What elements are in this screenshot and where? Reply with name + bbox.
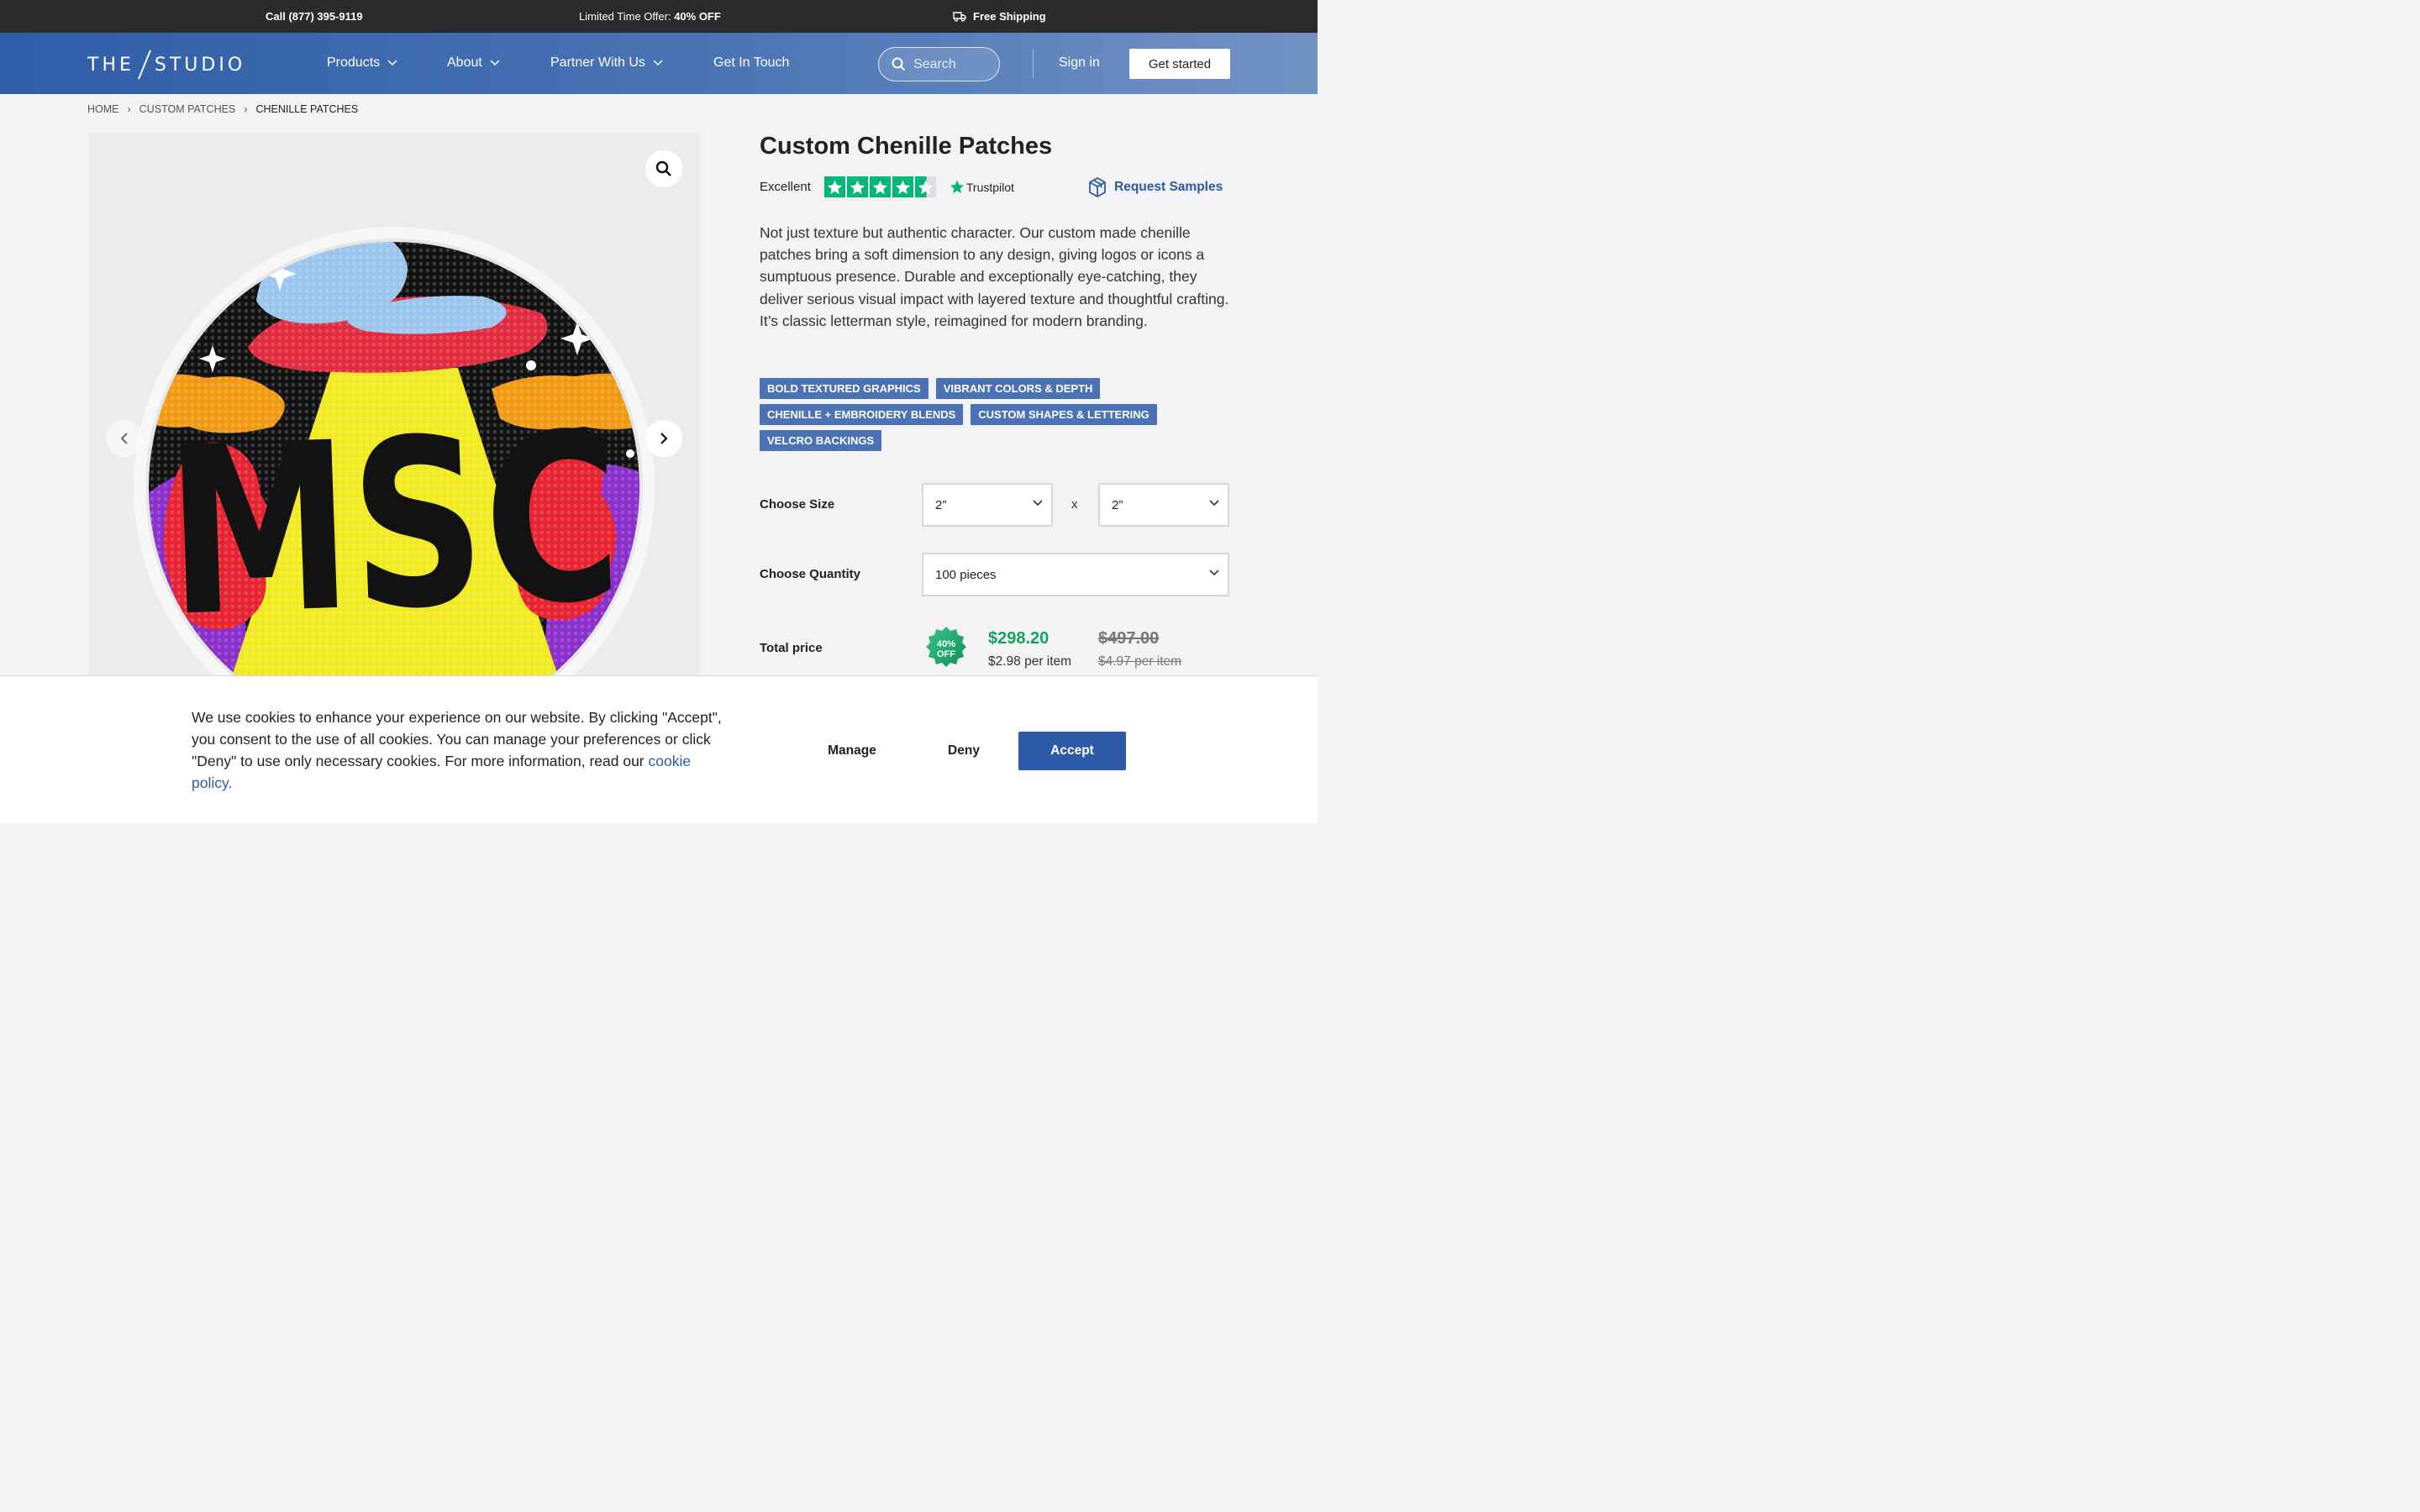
phone-link[interactable]: Call (877) 395-9119	[266, 10, 363, 23]
chevron-down-icon	[1209, 500, 1219, 507]
width-value: 2”	[935, 497, 947, 512]
request-samples-label: Request Samples	[1114, 180, 1223, 194]
original-price: $497.00	[1098, 629, 1160, 648]
free-shipping: Free Shipping	[953, 10, 1046, 23]
current-per-item: $2.98 per item	[988, 654, 1072, 669]
sign-in-link[interactable]: Sign in	[1059, 55, 1100, 71]
product-description: Not just texture but authentic character…	[760, 224, 1229, 329]
magnifier-icon	[655, 160, 671, 176]
accept-cookies-button[interactable]: Accept	[1018, 732, 1126, 770]
trustpilot-star-icon	[950, 180, 965, 194]
height-select[interactable]: 2”	[1098, 483, 1229, 527]
logo-right: STUDIO	[154, 54, 246, 76]
badge-percent: 40%	[937, 639, 955, 649]
truck-icon	[953, 11, 966, 22]
next-image-button[interactable]	[645, 420, 682, 457]
chevron-down-icon	[1209, 570, 1219, 576]
breadcrumb: HOME › CUSTOM PATCHES › CHENILLE PATCHES	[87, 103, 358, 115]
offer-prefix: Limited Time Offer:	[579, 10, 675, 23]
chevron-down-icon	[653, 60, 663, 66]
trustpilot-rating[interactable]: Excellent Trustpilot	[760, 176, 1014, 197]
nav-partner-label: Partner With Us	[550, 55, 645, 70]
trustpilot-label: Trustpilot	[965, 180, 1014, 194]
chevron-left-icon	[120, 433, 128, 444]
quantity-value: 100 pieces	[935, 567, 997, 582]
cookie-text: We use cookies to enhance your experienc…	[192, 709, 722, 769]
nav-partner[interactable]: Partner With Us	[550, 55, 663, 71]
breadcrumb-separator: ›	[127, 103, 131, 115]
size-times-sign: x	[1071, 497, 1078, 512]
breadcrumb-separator: ›	[244, 103, 248, 115]
feature-tag: VELCRO BACKINGS	[760, 430, 882, 451]
package-icon	[1089, 177, 1106, 197]
logo-left: THE	[87, 54, 134, 76]
nav-products-label: Products	[327, 55, 381, 70]
site-logo[interactable]: THE STUDIO	[87, 50, 245, 80]
star-icon	[846, 176, 868, 197]
promo-bar: Call (877) 395-9119 Limited Time Offer: …	[0, 0, 1318, 33]
feature-tag: BOLD TEXTURED GRAPHICS	[760, 378, 929, 399]
header-divider	[1033, 50, 1034, 78]
free-shipping-label: Free Shipping	[973, 10, 1046, 23]
chevron-down-icon	[490, 60, 500, 66]
feature-tag: VIBRANT COLORS & DEPTH	[935, 378, 1101, 399]
total-price-label: Total price	[760, 641, 823, 655]
star-icon	[892, 176, 913, 197]
cookie-banner: We use cookies to enhance your experienc…	[0, 675, 1318, 823]
manage-cookies-button[interactable]: Manage	[810, 732, 894, 770]
half-star-icon	[914, 176, 936, 197]
nav-products[interactable]: Products	[327, 55, 397, 71]
trustpilot-logo: Trustpilot	[950, 180, 1014, 194]
feature-tags: BOLD TEXTURED GRAPHICS VIBRANT COLORS & …	[760, 378, 1239, 451]
deny-cookies-button[interactable]: Deny	[928, 732, 1000, 770]
get-started-button[interactable]: Get started	[1129, 49, 1230, 79]
nav-get-in-touch-label: Get In Touch	[713, 55, 790, 70]
request-samples-link[interactable]: Request Samples	[1087, 176, 1223, 198]
badge-off: OFF	[937, 649, 955, 659]
product-image-gallery: MSC	[88, 133, 700, 679]
chevron-down-icon	[1033, 500, 1043, 507]
chevron-right-icon	[660, 433, 668, 444]
quantity-label: Choose Quantity	[760, 567, 861, 581]
breadcrumb-current: CHENILLE PATCHES	[255, 103, 359, 115]
discount-badge: 40% OFF	[926, 627, 966, 667]
product-title: Custom Chenille Patches	[760, 133, 1053, 160]
cookie-message: We use cookies to enhance your experienc…	[192, 706, 729, 794]
star-icon	[823, 176, 845, 197]
zoom-button[interactable]	[645, 150, 682, 187]
size-label: Choose Size	[760, 497, 835, 512]
current-price: $298.20	[988, 629, 1050, 648]
offer-text: Limited Time Offer: 40% OFF	[579, 10, 721, 23]
search-icon	[892, 57, 906, 71]
nav-about[interactable]: About	[447, 55, 500, 71]
rating-label: Excellent	[760, 180, 811, 194]
logo-slash-icon	[137, 50, 151, 80]
product-image: MSC	[88, 133, 700, 679]
star-icon	[869, 176, 891, 197]
feature-tag: CUSTOM SHAPES & LETTERING	[971, 404, 1157, 425]
breadcrumb-home[interactable]: HOME	[87, 103, 119, 115]
breadcrumb-custom-patches[interactable]: CUSTOM PATCHES	[139, 103, 236, 115]
height-value: 2”	[1112, 497, 1123, 512]
site-header: THE STUDIO Products About Partner With U…	[0, 33, 1318, 94]
rating-stars	[823, 176, 936, 197]
original-per-item: $4.97 per item	[1098, 654, 1182, 669]
search-input[interactable]: Search	[878, 47, 1000, 81]
feature-tag: CHENILLE + EMBROIDERY BLENDS	[760, 404, 964, 425]
nav-get-in-touch[interactable]: Get In Touch	[713, 55, 789, 71]
nav-about-label: About	[447, 55, 482, 70]
quantity-select[interactable]: 100 pieces	[922, 553, 1229, 596]
width-select[interactable]: 2”	[922, 483, 1053, 527]
previous-image-button[interactable]	[106, 420, 143, 457]
offer-highlight: 40% OFF	[674, 10, 721, 23]
chevron-down-icon	[387, 60, 397, 66]
patch-lettering: MSC	[163, 383, 625, 668]
search-placeholder: Search	[913, 56, 956, 71]
